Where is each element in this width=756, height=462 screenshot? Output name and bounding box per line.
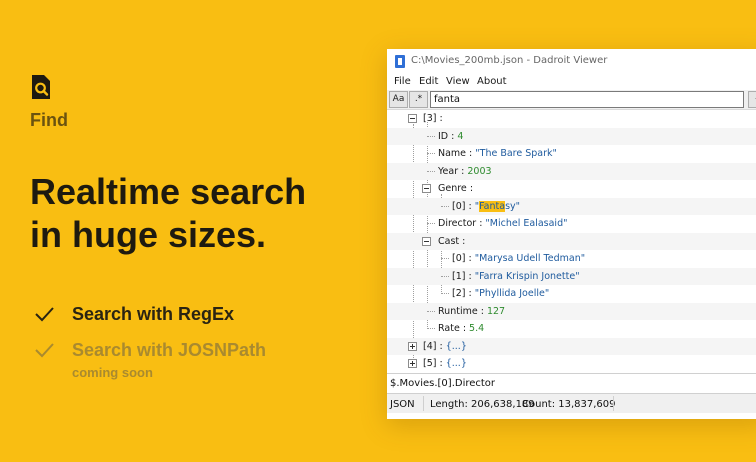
json-tree[interactable]: [3] : ID : 4 Name : "The Bare Spark" Yea… xyxy=(387,110,756,373)
menu-file[interactable]: File xyxy=(394,76,411,87)
match-case-button[interactable]: Aa xyxy=(389,91,408,108)
search-next-button[interactable]: ◂ xyxy=(748,91,756,108)
feature-jsonpath-text: Search with JOSNPath xyxy=(72,340,267,360)
check-icon xyxy=(35,343,54,358)
expand-icon[interactable] xyxy=(408,359,417,368)
status-count: Count: 13,837,609 xyxy=(522,399,616,410)
tree-row-director[interactable]: Director : "Michel Ealasaid" xyxy=(387,215,756,233)
tree-row-id[interactable]: ID : 4 xyxy=(387,127,756,145)
search-toolbar: Aa .* ◂ xyxy=(387,90,756,110)
search-input[interactable] xyxy=(430,91,744,108)
menu-edit[interactable]: Edit xyxy=(419,76,438,87)
headline-line-2: in huge sizes. xyxy=(30,214,267,255)
search-match-highlight: Fanta xyxy=(479,200,506,212)
json-path-bar: $.Movies.[0].Director xyxy=(387,373,756,393)
tree-row-node-5[interactable]: [5] : {...} xyxy=(387,355,756,373)
tree-row-genre[interactable]: Genre : xyxy=(387,180,756,198)
check-icon xyxy=(35,307,54,322)
app-window: C:\Movies_200mb.json - Dadroit Viewer Fi… xyxy=(387,49,756,419)
status-format: JSON xyxy=(390,399,415,410)
tree-row-node-4[interactable]: [4] : {...} xyxy=(387,337,756,355)
headline-line-1: Realtime search xyxy=(30,171,307,212)
menu-view[interactable]: View xyxy=(446,76,470,87)
json-path-text: $.Movies.[0].Director xyxy=(390,378,496,389)
tree-row-runtime[interactable]: Runtime : 127 xyxy=(387,302,756,320)
tree-row-genre-0[interactable]: [0] : "Fantasy" xyxy=(387,197,756,215)
menu-bar: File Edit View About xyxy=(387,73,756,90)
feature-regex-text: Search with RegEx xyxy=(72,304,235,324)
tree-row-cast-1[interactable]: [1] : "Farra Krispin Jonette" xyxy=(387,267,756,285)
window-title: C:\Movies_200mb.json - Dadroit Viewer xyxy=(411,55,608,66)
collapse-icon[interactable] xyxy=(422,184,431,193)
find-label: Find xyxy=(30,110,68,130)
tree-row-cast-2[interactable]: [2] : "Phyllida Joelle" xyxy=(387,285,756,303)
coming-soon-note: coming soon xyxy=(72,365,153,380)
tree-row-cast[interactable]: Cast : xyxy=(387,232,756,250)
app-icon xyxy=(395,55,405,68)
status-length: Length: 206,638,189 xyxy=(430,399,535,410)
document-search-icon xyxy=(32,75,50,99)
tree-row-year[interactable]: Year : 2003 xyxy=(387,162,756,180)
tree-row-rate[interactable]: Rate : 5.4 xyxy=(387,320,756,338)
tree-row-cast-0[interactable]: [0] : "Marysa Udell Tedman" xyxy=(387,250,756,268)
collapse-icon[interactable] xyxy=(422,236,431,246)
menu-about[interactable]: About xyxy=(477,76,507,87)
headline: Realtime search in huge sizes. xyxy=(30,170,370,256)
regex-toggle-button[interactable]: .* xyxy=(409,91,428,108)
tree-row-name[interactable]: Name : "The Bare Spark" xyxy=(387,145,756,163)
status-bar: JSON Length: 206,638,189 Count: 13,837,6… xyxy=(387,393,756,413)
tree-row-node-3[interactable]: [3] : xyxy=(387,110,756,128)
title-bar[interactable]: C:\Movies_200mb.json - Dadroit Viewer xyxy=(387,49,756,73)
collapse-icon[interactable] xyxy=(408,114,417,123)
expand-icon[interactable] xyxy=(408,341,417,351)
